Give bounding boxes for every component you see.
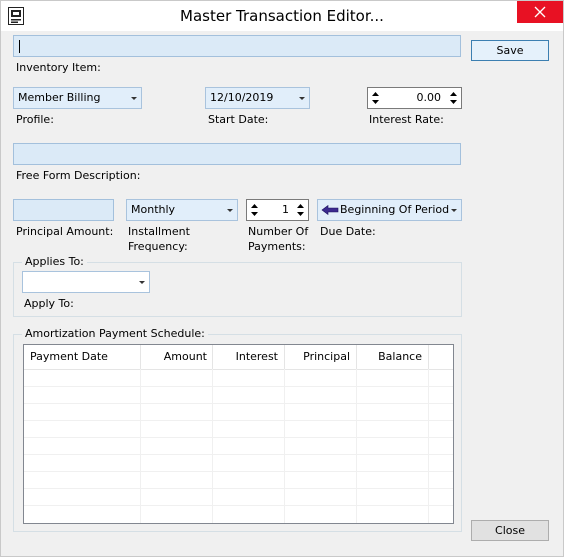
apply-to-label: Apply To: [24,297,74,310]
spin-down-icon[interactable] [449,99,458,106]
chevron-down-icon [451,209,457,212]
grid-column-line [284,369,285,523]
principal-amount-label: Principal Amount: [16,225,114,238]
number-of-payments-spinner[interactable]: 1 [246,199,309,221]
free-form-description-input[interactable] [13,143,461,165]
installment-frequency-dropdown[interactable]: Monthly [126,199,238,221]
installment-frequency-label-line1: Installment [128,225,190,238]
due-date-value: Beginning Of Period [340,203,450,216]
spin-up-icon[interactable] [449,90,458,97]
column-header-interest[interactable]: Interest [213,345,285,369]
number-of-payments-value: 1 [282,203,289,216]
close-x-icon [534,6,546,18]
apply-to-dropdown[interactable] [22,271,150,293]
spin-down-icon[interactable] [250,211,259,218]
spin-down-icon[interactable] [296,211,305,218]
free-form-description-label: Free Form Description: [16,169,141,182]
amortization-schedule-table[interactable]: Payment Date Amount Interest Principal B… [23,344,454,524]
chevron-down-icon [299,97,305,100]
spin-up-icon[interactable] [250,202,259,209]
profile-label: Profile: [16,113,54,126]
profile-value: Member Billing [18,91,101,104]
start-date-picker[interactable]: 12/10/2019 [205,87,310,109]
grid-row-line [24,488,453,489]
column-header-principal[interactable]: Principal [285,345,357,369]
applies-to-group-title: Applies To: [22,255,87,269]
grid-row-line [24,437,453,438]
grid-column-line [356,369,357,523]
number-of-payments-label-line1: Number Of [248,225,309,238]
chevron-down-icon [139,281,145,284]
inventory-item-input[interactable] [13,35,461,57]
grid-row-line [24,505,453,506]
grid-row-line [24,403,453,404]
grid-row-line [24,471,453,472]
save-button[interactable]: Save [471,40,549,61]
table-header: Payment Date Amount Interest Principal B… [24,345,453,370]
column-header-balance[interactable]: Balance [357,345,429,369]
amortization-schedule-group-title: Amortization Payment Schedule: [22,327,208,341]
column-header-amount[interactable]: Amount [141,345,213,369]
close-window-button[interactable] [517,1,563,23]
spin-up-icon[interactable] [371,90,380,97]
grid-column-line [212,369,213,523]
number-of-payments-label-line2: Payments: [248,240,306,253]
principal-amount-input[interactable] [13,199,114,221]
arrow-left-icon [321,205,339,215]
due-date-label: Due Date: [320,225,376,238]
form-body: Inventory Item: Save Member Billing Prof… [1,31,563,556]
installment-frequency-value: Monthly [131,203,176,216]
chevron-down-icon [131,97,137,100]
start-date-value: 12/10/2019 [210,91,274,104]
interest-rate-value: 0.00 [416,91,442,104]
grid-row-line [24,454,453,455]
grid-column-line [428,369,429,523]
window-title: Master Transaction Editor... [180,7,384,25]
close-button[interactable]: Close [471,520,549,541]
start-date-label: Start Date: [208,113,269,126]
grid-row-line [24,386,453,387]
interest-rate-spinner[interactable]: 0.00 [367,87,462,109]
window: Master Transaction Editor... Inventory I… [0,0,564,557]
spin-down-icon[interactable] [371,99,380,106]
column-header-payment-date[interactable]: Payment Date [24,345,141,369]
grid-row-line [24,420,453,421]
chevron-down-icon [227,209,233,212]
grid-column-line [140,369,141,523]
due-date-dropdown[interactable]: Beginning Of Period [317,199,462,221]
inventory-item-label: Inventory Item: [16,61,101,74]
spin-up-icon[interactable] [296,202,305,209]
text-cursor [19,40,20,53]
interest-rate-label: Interest Rate: [369,113,444,126]
title-bar[interactable]: Master Transaction Editor... [1,1,563,31]
profile-dropdown[interactable]: Member Billing [13,87,142,109]
installment-frequency-label-line2: Frequency: [128,240,188,253]
